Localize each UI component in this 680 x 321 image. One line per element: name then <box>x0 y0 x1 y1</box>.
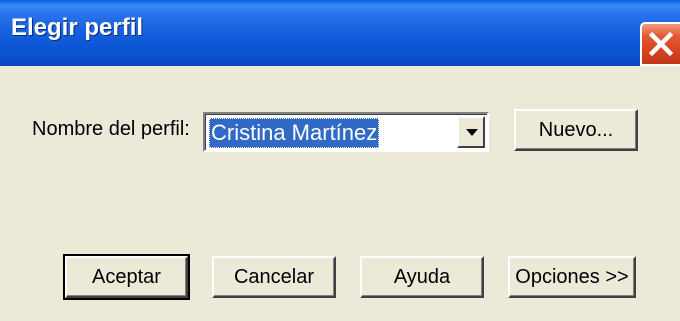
title-bar[interactable]: Elegir perfil <box>0 0 680 66</box>
profile-select[interactable]: Cristina Martínez <box>203 112 489 152</box>
profile-select-value: Cristina Martínez <box>209 118 380 148</box>
new-profile-button[interactable]: Nuevo... <box>514 109 638 151</box>
accept-button[interactable]: Aceptar <box>63 254 190 300</box>
chevron-down-icon <box>466 129 478 136</box>
options-button[interactable]: Opciones >> <box>508 256 636 298</box>
help-button[interactable]: Ayuda <box>360 256 484 298</box>
profile-dropdown-button[interactable] <box>457 116 485 148</box>
cancel-button[interactable]: Cancelar <box>212 256 336 298</box>
close-icon <box>648 31 674 57</box>
close-button[interactable] <box>640 22 680 66</box>
profile-name-label: Nombre del perfil: <box>32 118 190 140</box>
window-title: Elegir perfil <box>11 14 144 41</box>
choose-profile-dialog: Elegir perfil Nombre del perfil: Cristin… <box>0 0 680 321</box>
